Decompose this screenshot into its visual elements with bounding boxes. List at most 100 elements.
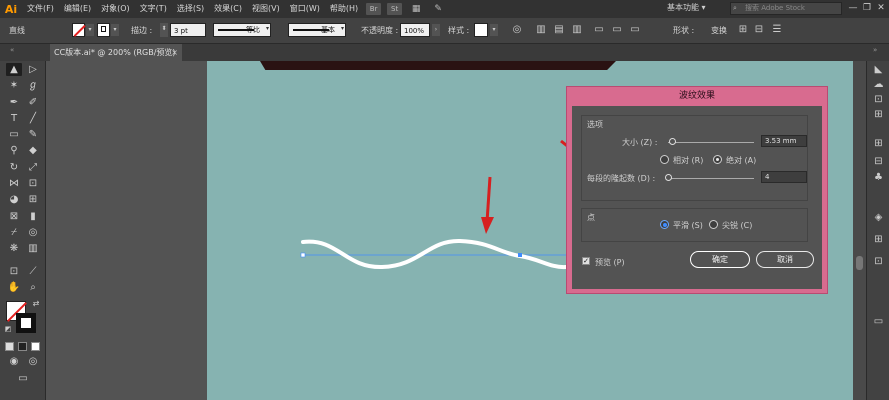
smooth-radio[interactable]	[660, 220, 669, 229]
draw-mode-icon[interactable]: ◉	[6, 355, 22, 368]
fill-dropdown-icon[interactable]: ▾	[86, 24, 94, 36]
stock-search-input[interactable]: ⌕ 搜索 Adobe Stock	[730, 2, 842, 15]
shape-builder-tool-icon[interactable]: ◕	[6, 193, 22, 206]
menu-help[interactable]: 帮助(H)	[325, 0, 363, 18]
swap-fill-stroke-icon[interactable]: ⇄	[28, 297, 44, 310]
collapse-left-icon[interactable]: «	[10, 46, 14, 54]
menu-file[interactable]: 文件(F)	[22, 0, 59, 18]
ridges-field[interactable]: 4	[761, 171, 807, 183]
menu-edit[interactable]: 编辑(E)	[59, 0, 96, 18]
rectangle-tool-icon[interactable]: ▭	[6, 128, 22, 141]
blend-tool-icon[interactable]: ◎	[25, 226, 41, 239]
document-tab[interactable]: CC版本.ai* @ 200% (RGB/预览) ×	[50, 44, 182, 61]
type-tool-icon[interactable]: T	[6, 112, 22, 125]
menu-type[interactable]: 文字(T)	[135, 0, 172, 18]
dark-trapezoid-shape[interactable]	[260, 61, 616, 70]
ridges-slider-track[interactable]	[668, 178, 754, 179]
graphic-style-swatch[interactable]	[474, 23, 488, 37]
stroke-dropdown-icon[interactable]: ▾	[111, 24, 119, 36]
stroke-weight-field[interactable]: 3 pt	[170, 23, 206, 37]
selection-tool-icon[interactable]: ▲	[6, 63, 22, 76]
color-guide-icon[interactable]: ⊡	[871, 93, 886, 106]
stock-icon[interactable]: St	[387, 3, 403, 15]
distribute-bottom-icon[interactable]: ▭	[628, 23, 642, 37]
panel-menu-icon[interactable]: ☰	[770, 23, 784, 37]
cancel-button[interactable]: 取消	[756, 251, 814, 268]
size-slider-knob[interactable]	[669, 138, 676, 145]
stroke-color-icon[interactable]	[16, 313, 36, 333]
symbol-sprayer-tool-icon[interactable]: ❋	[6, 242, 22, 255]
bridge-icon[interactable]: Br	[366, 3, 382, 15]
isolate-icon[interactable]: ⊞	[736, 23, 750, 37]
gradient-mode-icon[interactable]	[18, 342, 27, 351]
menu-select[interactable]: 选择(S)	[172, 0, 209, 18]
rotate-tool-icon[interactable]: ↻	[6, 161, 22, 174]
ok-button[interactable]: 确定	[690, 251, 750, 268]
artboards-icon[interactable]: ⊞	[871, 233, 886, 246]
hand-tool-icon[interactable]: ✋	[6, 281, 22, 294]
align-icon[interactable]: ▥	[534, 23, 548, 37]
mesh-tool-icon[interactable]: ⊠	[6, 210, 22, 223]
eyedropper-tool-icon[interactable]: ⌿	[6, 226, 22, 239]
screen-mode-icon[interactable]: ▭	[15, 372, 31, 385]
line-tool-icon[interactable]: ╱	[25, 112, 41, 125]
transform-label[interactable]: 变换	[711, 25, 727, 36]
column-graph-tool-icon[interactable]: ▥	[25, 242, 41, 255]
variable-width-profile[interactable]: 等比 ▾	[213, 23, 271, 37]
collapse-right-icon[interactable]: »	[873, 46, 877, 54]
vertical-scrollbar[interactable]	[853, 61, 866, 400]
magic-wand-tool-icon[interactable]: ✶	[6, 79, 22, 92]
direct-selection-tool-icon[interactable]: ▷	[25, 63, 41, 76]
free-transform-tool-icon[interactable]: ⊡	[25, 177, 41, 190]
corner-radio[interactable]	[709, 220, 718, 229]
swatches-icon[interactable]: ⊞	[871, 137, 886, 150]
size-field[interactable]: 3.53 mm	[761, 135, 807, 147]
slice-tool-icon[interactable]: ⟋	[25, 265, 41, 278]
zoom-tool-icon[interactable]: ⌕	[25, 281, 41, 294]
shape-label[interactable]: 形状 :	[673, 25, 694, 36]
absolute-radio[interactable]	[713, 155, 722, 164]
distribute-middle-icon[interactable]: ▭	[610, 23, 624, 37]
layers-icon[interactable]: ◈	[871, 211, 886, 224]
maximize-button[interactable]: ❐	[860, 2, 874, 15]
opacity-field[interactable]: 100%	[400, 23, 430, 37]
align-right-icon[interactable]: ▥	[570, 23, 584, 37]
paintbrush-tool-icon[interactable]: ✎	[25, 128, 41, 141]
stroke-swatch[interactable]	[97, 23, 110, 37]
menu-window[interactable]: 窗口(W)	[285, 0, 325, 18]
draw-behind-icon[interactable]: ◎	[25, 355, 41, 368]
width-tool-icon[interactable]: ⋈	[6, 177, 22, 190]
size-slider-track[interactable]	[668, 142, 754, 143]
navigator-icon[interactable]: ⊡	[871, 255, 886, 268]
brush-definition[interactable]: 基本 ▾	[288, 23, 346, 37]
eraser-tool-icon[interactable]: ◆	[25, 144, 41, 157]
artboard-tool-icon[interactable]: ⊡	[6, 265, 22, 278]
recolor-artwork-icon[interactable]: ◎	[510, 23, 524, 37]
menu-effect[interactable]: 效果(C)	[209, 0, 247, 18]
symbols-icon[interactable]: ♣	[871, 171, 886, 184]
collapse-panels-icon[interactable]: ▭	[871, 315, 886, 328]
menu-object[interactable]: 对象(O)	[96, 0, 135, 18]
none-mode-icon[interactable]	[31, 342, 40, 351]
close-tab-icon[interactable]: ×	[171, 44, 178, 61]
ridges-slider-knob[interactable]	[665, 174, 672, 181]
perspective-grid-tool-icon[interactable]: ⊞	[25, 193, 41, 206]
libraries-icon[interactable]: ☁	[871, 78, 886, 91]
minimize-button[interactable]: —	[846, 2, 860, 15]
gradient-tool-icon[interactable]: ▮	[25, 210, 41, 223]
properties-icon[interactable]: ◣	[871, 63, 886, 76]
opacity-dropdown-icon[interactable]: ›	[432, 24, 440, 36]
dialog-title[interactable]: 波纹效果	[567, 87, 827, 106]
stroke-weight-stepper[interactable]: ⬍	[160, 23, 168, 37]
brushes-icon[interactable]: ⊟	[871, 155, 886, 168]
preview-checkbox[interactable]: ✓	[582, 257, 590, 265]
pen-tool-icon[interactable]: ✒	[6, 96, 22, 109]
shaper-tool-icon[interactable]: ⚲	[6, 144, 22, 157]
relative-radio[interactable]	[660, 155, 669, 164]
gpu-performance-icon[interactable]: ✎	[431, 3, 445, 15]
workspace-switcher[interactable]: 基本功能 ▾	[667, 2, 706, 13]
close-window-button[interactable]: ✕	[874, 2, 888, 15]
select-similar-icon[interactable]: ⊟	[752, 23, 766, 37]
menu-view[interactable]: 视图(V)	[247, 0, 285, 18]
distribute-icon[interactable]: ▭	[592, 23, 606, 37]
